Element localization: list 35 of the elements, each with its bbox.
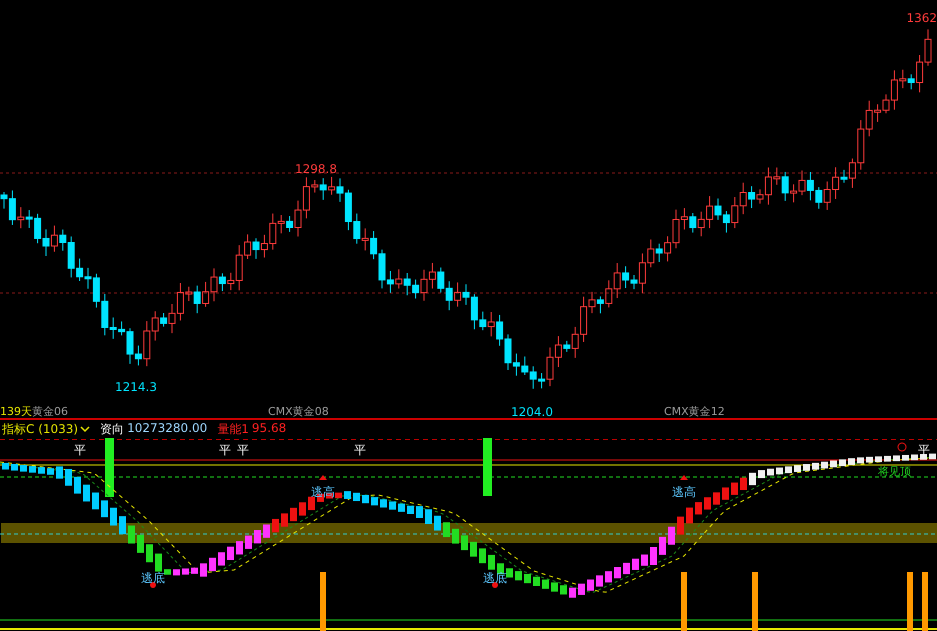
time-axis-label: 139天 <box>0 405 32 418</box>
signal-label: 逃底 <box>141 571 165 585</box>
volume-spike <box>752 572 758 631</box>
field-value: 95.68 <box>252 420 286 436</box>
triangle-marker-icon <box>319 475 327 480</box>
signal-label: 逃高 <box>672 485 696 499</box>
warning-label: 将见顶 <box>878 465 911 478</box>
volume-spike <box>922 572 928 631</box>
time-axis-label: CMX黄金12 <box>664 405 725 418</box>
volume-spike <box>907 572 913 631</box>
flat-mark: 平 <box>237 443 249 457</box>
volume-spike <box>681 572 687 631</box>
signal-bar <box>483 438 492 496</box>
flat-mark: 平 <box>354 443 366 457</box>
field-label: 资向 <box>100 420 124 438</box>
flat-mark: 平 <box>219 443 231 457</box>
indicator-name: 指标C (1033) <box>2 420 78 438</box>
field-label: 量能1 <box>217 420 249 438</box>
time-axis-label: 黄金06 <box>32 405 68 418</box>
flat-mark: 平 <box>918 443 930 457</box>
price-label: 1298.8 <box>295 162 337 176</box>
chevron-down-icon[interactable] <box>80 425 90 433</box>
field-value: 10273280.00 <box>127 420 208 436</box>
dot-marker-icon <box>492 582 498 588</box>
dot-marker-icon <box>150 582 156 588</box>
warning-circle-icon <box>898 442 906 452</box>
price-label: 1204.0 <box>511 405 553 419</box>
signal-label: 逃底 <box>483 571 507 585</box>
flat-mark: 平 <box>74 443 86 457</box>
price-label: 1362 <box>906 11 937 25</box>
volume-spike <box>320 572 326 631</box>
time-axis-label: CMX黄金08 <box>268 405 329 418</box>
triangle-marker-icon <box>680 475 688 480</box>
signal-bar <box>105 438 114 497</box>
price-label: 1214.3 <box>115 380 157 394</box>
